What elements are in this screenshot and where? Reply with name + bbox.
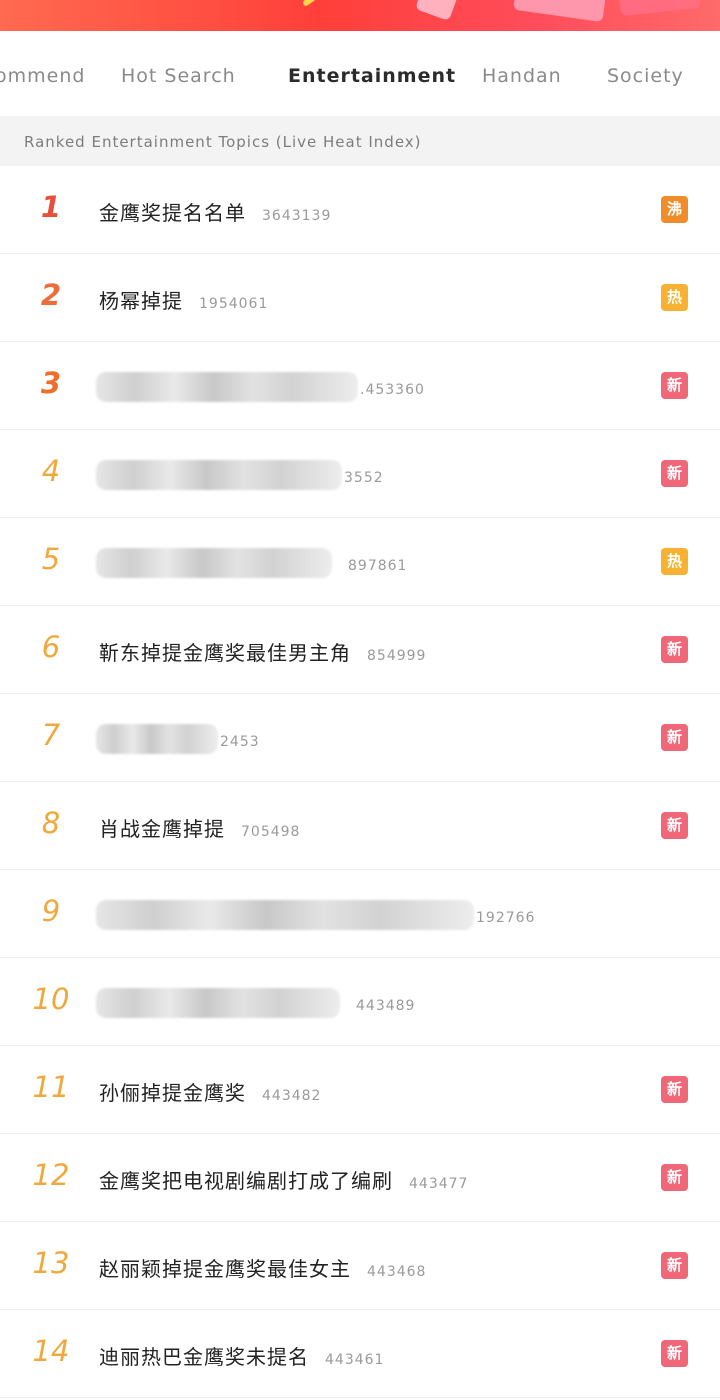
section-title: Ranked Entertainment Topics (Live Heat I…	[24, 133, 422, 151]
list-item[interactable]: 12 金鹰奖把电视剧编剧打成了编刷 443477 新	[0, 1134, 720, 1222]
heat-index: 3643139	[262, 208, 332, 224]
banner-decoration	[619, 0, 701, 17]
heat-index: 443477	[409, 1176, 469, 1192]
banner-decoration	[414, 0, 462, 22]
tab-hot-search[interactable]: Hot Search	[121, 65, 236, 87]
new-badge: 新	[661, 1164, 688, 1191]
hot-badge: 热	[661, 548, 688, 575]
list-item[interactable]: 10 443489	[0, 958, 720, 1046]
heat-index: 443482	[262, 1088, 322, 1104]
rank-number: 9	[41, 894, 61, 928]
list-item[interactable]: 4 3552 新	[0, 430, 720, 518]
new-badge: 新	[661, 372, 688, 399]
topic-title: 肖战金鹰掉提	[99, 817, 225, 841]
heat-index: 443468	[367, 1264, 427, 1280]
blurred-title	[96, 988, 340, 1018]
new-badge: 新	[661, 812, 688, 839]
heat-index: 897861	[348, 558, 408, 574]
top-banner	[0, 0, 720, 31]
rank-number: 11	[32, 1070, 70, 1104]
new-badge: 新	[661, 724, 688, 751]
list-item[interactable]: 6 靳东掉提金鹰奖最佳男主角 854999 新	[0, 606, 720, 694]
rank-number: 6	[41, 630, 61, 664]
list-item[interactable]: 1 金鹰奖提名名单 3643139 沸	[0, 166, 720, 254]
blurred-title	[96, 724, 218, 754]
rank-number: 7	[41, 718, 61, 752]
topic-title: 赵丽颖掉提金鹰奖最佳女主	[99, 1257, 351, 1281]
category-tabs: ommend Hot Search Entertainment Handan S…	[0, 31, 720, 117]
list-item[interactable]: 13 赵丽颖掉提金鹰奖最佳女主 443468 新	[0, 1222, 720, 1310]
new-badge: 新	[661, 1076, 688, 1103]
blurred-title	[96, 900, 474, 930]
tab-recommend[interactable]: ommend	[0, 65, 85, 87]
list-item[interactable]: 5 897861 热	[0, 518, 720, 606]
new-badge: 新	[661, 1340, 688, 1367]
hot-badge: 热	[661, 284, 688, 311]
heat-index: 705498	[241, 824, 301, 840]
boil-badge: 沸	[661, 196, 688, 223]
list-item[interactable]: 3 .453360 新	[0, 342, 720, 430]
rank-number: 1	[40, 190, 62, 224]
topic-title: 迪丽热巴金鹰奖未提名	[99, 1345, 309, 1369]
heat-index: 3552	[344, 470, 384, 486]
rank-number: 13	[32, 1246, 70, 1280]
rank-number: 10	[32, 982, 70, 1016]
blurred-title	[96, 460, 342, 490]
banner-decoration	[301, 0, 339, 7]
topic-title: 靳东掉提金鹰奖最佳男主角	[99, 641, 351, 665]
topic-title: 孙俪掉提金鹰奖	[99, 1081, 246, 1105]
heat-index: 2453	[220, 734, 260, 750]
rank-number: 3	[40, 366, 62, 400]
tab-entertainment[interactable]: Entertainment	[288, 65, 456, 87]
tab-society[interactable]: Society	[607, 65, 684, 87]
topic-title: 金鹰奖把电视剧编剧打成了编刷	[99, 1169, 393, 1193]
rank-number: 12	[32, 1158, 70, 1192]
heat-index: 1954061	[199, 296, 269, 312]
tab-handan[interactable]: Handan	[482, 65, 562, 87]
blurred-title	[96, 372, 358, 402]
new-badge: 新	[661, 1252, 688, 1279]
rank-number: 2	[40, 278, 62, 312]
list-item[interactable]: 14 迪丽热巴金鹰奖未提名 443461 新	[0, 1310, 720, 1398]
list-item[interactable]: 8 肖战金鹰掉提 705498 新	[0, 782, 720, 870]
rank-number: 4	[41, 454, 61, 488]
hot-topic-list: 1 金鹰奖提名名单 3643139 沸 2 杨幂掉提 1954061 热 3 .…	[0, 166, 720, 1398]
rank-number: 8	[41, 806, 61, 840]
heat-index: 443461	[325, 1352, 385, 1368]
banner-decoration	[513, 0, 607, 23]
heat-index: 192766	[476, 910, 536, 926]
section-header: Ranked Entertainment Topics (Live Heat I…	[0, 116, 720, 167]
rank-number: 5	[41, 542, 61, 576]
blurred-title	[96, 548, 332, 578]
list-item[interactable]: 2 杨幂掉提 1954061 热	[0, 254, 720, 342]
new-badge: 新	[661, 460, 688, 487]
list-item[interactable]: 11 孙俪掉提金鹰奖 443482 新	[0, 1046, 720, 1134]
list-item[interactable]: 9 192766	[0, 870, 720, 958]
rank-number: 14	[32, 1334, 70, 1368]
list-item[interactable]: 7 2453 新	[0, 694, 720, 782]
new-badge: 新	[661, 636, 688, 663]
heat-index: .453360	[360, 382, 425, 398]
heat-index: 443489	[356, 998, 416, 1014]
topic-title: 杨幂掉提	[99, 289, 183, 313]
topic-title: 金鹰奖提名名单	[99, 201, 246, 225]
heat-index: 854999	[367, 648, 427, 664]
